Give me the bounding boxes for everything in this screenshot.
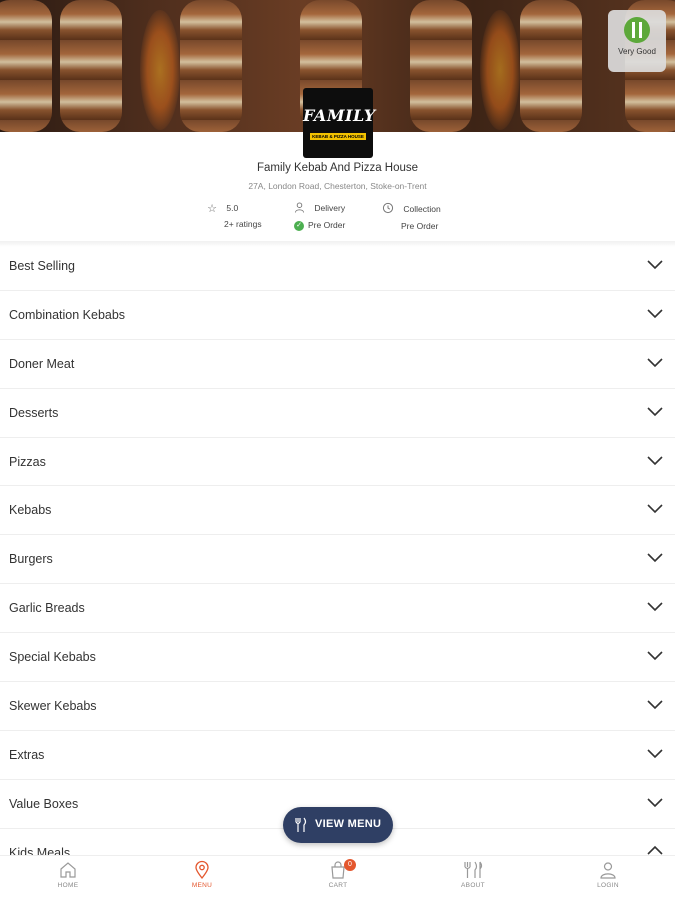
nav-login-label: LOGIN <box>597 882 619 889</box>
nav-about-label: ABOUT <box>461 882 485 889</box>
menu-category-row[interactable]: Skewer Kebabs <box>0 682 675 731</box>
nav-about[interactable]: ABOUT <box>443 860 503 889</box>
collection-label: Collection <box>403 203 441 214</box>
collection-status: Pre Order <box>401 221 439 231</box>
menu-category-list: Best Selling Combination Kebabs Doner Meat… <box>0 242 675 878</box>
menu-category-label: Best Selling <box>9 259 76 273</box>
nav-home-label: HOME <box>57 882 79 889</box>
menu-category-label: Special Kebabs <box>9 650 96 665</box>
menu-category-label: Pizzas <box>9 454 46 469</box>
chevron-down-icon[interactable] <box>646 695 664 713</box>
nav-menu[interactable]: MENU <box>172 860 232 889</box>
check-icon: ✓ <box>294 220 304 231</box>
menu-category-row[interactable]: Kebabs <box>0 486 675 536</box>
menu-category-row[interactable]: Desserts <box>0 389 675 438</box>
rating-value: 5.0 <box>226 202 239 213</box>
chevron-down-icon[interactable] <box>646 353 664 371</box>
menu-category-label: Kebabs <box>9 503 52 518</box>
view-menu-label: VIEW MENU <box>315 818 382 830</box>
menu-category-row[interactable]: Pizzas <box>0 438 675 487</box>
chevron-down-icon[interactable] <box>646 255 664 273</box>
delivery-label: Delivery <box>314 203 346 214</box>
chevron-down-icon[interactable] <box>646 646 664 664</box>
menu-category-label: Doner Meat <box>9 356 75 371</box>
menu-category-label: Skewer Kebabs <box>9 699 97 714</box>
home-icon <box>60 862 76 878</box>
chevron-down-icon[interactable] <box>646 451 664 469</box>
chevron-down-icon[interactable] <box>646 744 664 762</box>
hygiene-icon <box>624 17 650 43</box>
collection-info[interactable]: Collection Pre Order <box>381 202 441 231</box>
nav-login[interactable]: LOGIN <box>578 860 638 889</box>
view-menu-button[interactable]: VIEW MENU <box>283 807 393 843</box>
cutlery-icon <box>294 817 308 836</box>
menu-category-row[interactable]: Extras <box>0 731 675 780</box>
chevron-down-icon[interactable] <box>646 304 664 322</box>
menu-category-row[interactable]: Best Selling <box>0 242 675 291</box>
hygiene-rating-label: Very Good <box>618 47 656 56</box>
delivery-info[interactable]: Delivery ✓ Pre Order <box>292 202 345 231</box>
menu-category-label: Desserts <box>9 405 59 420</box>
star-icon: ☆ <box>207 203 217 215</box>
menu-category-label: Extras <box>9 747 45 762</box>
chevron-down-icon[interactable] <box>646 793 664 811</box>
chevron-down-icon[interactable] <box>646 402 664 420</box>
nav-cart[interactable]: 0 CART <box>308 859 368 889</box>
restaurant-address: 27A, London Road, Chesterton, Stoke-on-T… <box>248 181 427 191</box>
chevron-down-icon[interactable] <box>646 597 664 615</box>
rating-info: ☆ 5.0 2+ ratings <box>205 202 262 229</box>
restaurant-logo: FAMILY KEBAB & PIZZA HOUSE <box>303 88 376 158</box>
user-icon <box>600 862 616 879</box>
menu-category-row[interactable]: Garlic Breads <box>0 584 675 634</box>
delivery-person-icon <box>292 202 306 216</box>
menu-category-row[interactable]: Combination Kebabs <box>0 291 675 340</box>
logo-subtitle: KEBAB & PIZZA HOUSE <box>310 133 366 140</box>
nav-menu-label: MENU <box>191 882 213 889</box>
restaurant-name: Family Kebab And Pizza House <box>256 162 419 174</box>
menu-category-row[interactable]: Special Kebabs <box>0 633 675 683</box>
nav-cart-label: CART <box>328 882 348 889</box>
nav-home[interactable]: HOME <box>38 860 98 889</box>
cart-count-badge: 0 <box>344 859 356 871</box>
logo-title: FAMILY <box>303 106 376 125</box>
menu-category-label: Combination Kebabs <box>9 307 126 322</box>
menu-category-row[interactable]: Doner Meat <box>0 340 675 389</box>
delivery-status: Pre Order <box>308 220 346 230</box>
clock-history-icon <box>381 202 395 217</box>
map-pin-icon <box>195 860 209 880</box>
cutlery-icon <box>464 861 483 878</box>
menu-category-label: Value Boxes <box>9 796 79 811</box>
chevron-down-icon[interactable] <box>646 548 664 566</box>
menu-category-label: Garlic Breads <box>9 601 85 616</box>
menu-category-label: Burgers <box>9 552 53 567</box>
ratings-count: 2+ ratings <box>224 219 262 229</box>
hygiene-rating-badge[interactable]: Very Good <box>608 10 666 72</box>
bottom-navigation: HOME MENU 0 CART ABOUT LOGIN <box>0 855 675 900</box>
menu-category-row[interactable]: Burgers <box>0 535 675 585</box>
chevron-down-icon[interactable] <box>646 499 664 517</box>
